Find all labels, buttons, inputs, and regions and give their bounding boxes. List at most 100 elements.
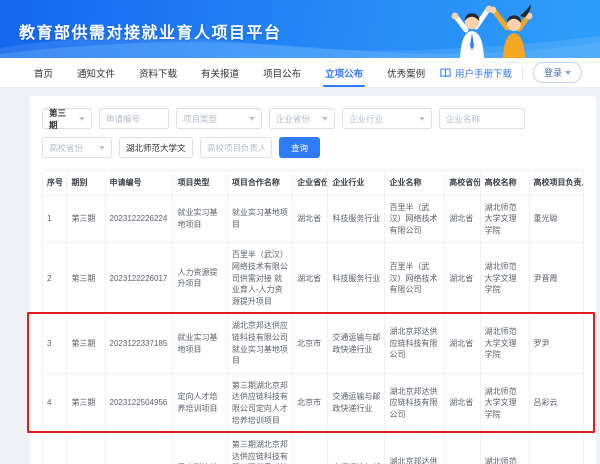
col-header-period: 期别 [67,171,105,196]
apply-no-input[interactable] [106,114,162,124]
nav-right: 用户手册下载 登录 [440,62,582,83]
table-cell: 2023122226224 [105,195,173,243]
chevron-down-icon [419,117,425,121]
nav-item-project-announcement[interactable]: 项目公布 [263,58,301,87]
period-select-value: 第三期 [49,107,74,131]
table-cell: 北京市 [293,433,328,464]
table-cell: 吕彩云 [529,373,583,432]
nav-divider [522,67,523,79]
table-cell: 百里半（武汉）网络技术有限公司供需对接 就业育人-人力资源提升项目 [227,243,292,314]
col-header-company-name: 企业名称 [385,171,445,196]
table-cell: 湖北省 [445,433,480,464]
table-cell: 3 [43,314,67,373]
chevron-down-icon [249,117,255,121]
period-select[interactable]: 第三期 [42,108,92,129]
table-cell: 2023122504956 [105,373,173,432]
nav-item-approval-announcement[interactable]: 立项公布 [325,58,363,87]
company-industry-select[interactable]: 企业行业 [342,108,432,129]
filter-row-1: 第三期 项目类型 企业省份 企业行业 [42,108,584,129]
table-cell: 湖北京邦达供应链科技有限公司 [385,373,445,432]
table-cell: 2 [43,243,67,314]
table-cell: 湖北师范大学文理学院 [480,373,529,432]
col-header-school-name: 高校名称 [480,171,529,196]
table-cell: 湖北师范大学文理学院 [480,243,529,314]
table-cell: 2023122226017 [105,243,173,314]
table-cell: 湖北京邦达供应链科技有限公司 [385,314,445,373]
table-cell: 第三期湖北京邦达供应链科技有限公司供需对接就业育人-重点群体就业帮扶项目 [227,433,292,464]
book-icon [440,68,451,78]
table-cell: 科技服务行业 [328,195,385,243]
col-header-apply-no: 申请编号 [105,171,173,196]
table-cell: 罗尹 [529,314,583,373]
table-row: 3第三期2023122337185就业实习基地项目湖北京邦达供应链科技有限公司就… [43,314,584,373]
school-name-field [119,137,193,158]
company-name-input[interactable] [446,114,518,124]
col-header-school-province: 高校省份 [445,171,480,196]
table-cell: 重光聪 [529,195,583,243]
school-name-input[interactable] [126,143,186,153]
school-leader-input[interactable] [207,143,265,153]
table-cell: 湖北省 [445,373,480,432]
nav-item-home[interactable]: 首页 [34,58,53,87]
table-cell: 湖北师范大学文理学院 [480,195,529,243]
table-cell: 第三期 [67,314,105,373]
table-cell: 第三期 [67,243,105,314]
login-button[interactable]: 登录 [533,62,582,83]
results-card: 第三期 项目类型 企业省份 企业行业 [30,96,596,464]
school-province-placeholder: 高校省份 [49,142,83,154]
table-cell: 湖北京邦达供应链科技有限公司就业实习基地项目 [227,314,292,373]
nav-item-downloads[interactable]: 资料下载 [139,58,177,87]
company-province-select[interactable]: 企业省份 [269,108,335,129]
banner: 教育部供需对接就业育人项目平台 [0,0,600,58]
table-row: 5第三期2023122250083重点群体就业帮扶项目第三期湖北京邦达供应链科技… [43,433,584,464]
table-cell: 百里半（武汉）网络技术有限公司 [385,195,445,243]
table-header-row: 序号 期别 申请编号 项目类型 项目合作名称 企业省份 企业行业 企业名称 高校… [43,171,584,196]
table-cell: 百里半（武汉）网络技术有限公司 [385,243,445,314]
table-cell: 第三期 [67,433,105,464]
table-cell: 湖北省 [293,195,328,243]
nav-item-cases[interactable]: 优秀案例 [387,58,425,87]
table-cell: 交通运输与邮政快递行业 [328,373,385,432]
table-cell: 第三期 [67,195,105,243]
nav-items: 首页 通知文件 资料下载 有关报道 项目公布 立项公布 优秀案例 [34,58,425,87]
table-row: 2第三期2023122226017人力资源提升项目百里半（武汉）网络技术有限公司… [43,243,584,314]
page: 教育部供需对接就业育人项目平台 首页 通知文件 资料下载 [0,0,600,464]
col-header-project-type: 项目类型 [173,171,227,196]
table-cell: 交通运输与邮政快递行业 [328,433,385,464]
navbar: 首页 通知文件 资料下载 有关报道 项目公布 立项公布 优秀案例 用户手册下载 … [0,58,600,88]
main-content: 第三期 项目类型 企业省份 企业行业 [0,88,600,464]
col-header-serial: 序号 [43,171,67,196]
user-manual-download-link[interactable]: 用户手册下载 [440,66,512,80]
table-cell: 湖北师范大学文理学院 [480,433,529,464]
col-header-school-leader: 高校项目负责人 [529,171,583,196]
table-cell: 重点群体就业帮扶项目 [173,433,227,464]
user-manual-label: 用户手册下载 [455,66,512,80]
col-header-company-province: 企业省份 [293,171,328,196]
chevron-down-icon [79,117,85,121]
page-title: 教育部供需对接就业育人项目平台 [19,19,282,43]
table-cell: 湖北省 [445,314,480,373]
company-industry-placeholder: 企业行业 [349,113,383,125]
table-cell: 湖北省 [445,195,480,243]
chevron-down-icon [565,71,571,75]
chevron-down-icon [322,117,328,121]
project-type-select[interactable]: 项目类型 [176,108,262,129]
table-body: 1第三期2023122226224就业实习基地项目就业实习基地项目湖北省科技服务… [43,195,584,464]
table-cell: 定向人才培养培训项目 [173,373,227,432]
search-button[interactable]: 查询 [279,137,320,158]
nav-item-notices[interactable]: 通知文件 [77,58,115,87]
apply-no-field [99,108,169,129]
project-type-placeholder: 项目类型 [183,113,217,125]
table-cell: 北京市 [293,373,328,432]
login-label: 登录 [544,66,562,79]
school-leader-field [200,137,272,158]
table-cell: 4 [43,373,67,432]
school-province-select[interactable]: 高校省份 [42,137,112,158]
table-cell: 尹晋霞 [529,243,583,314]
table-cell: 就业实习基地项目 [173,314,227,373]
company-name-field [439,108,525,129]
company-province-placeholder: 企业省份 [276,113,310,125]
nav-item-reports[interactable]: 有关报道 [201,58,239,87]
filter-panel: 第三期 项目类型 企业省份 企业行业 [42,108,584,158]
table-cell: 2023122337185 [105,314,173,373]
